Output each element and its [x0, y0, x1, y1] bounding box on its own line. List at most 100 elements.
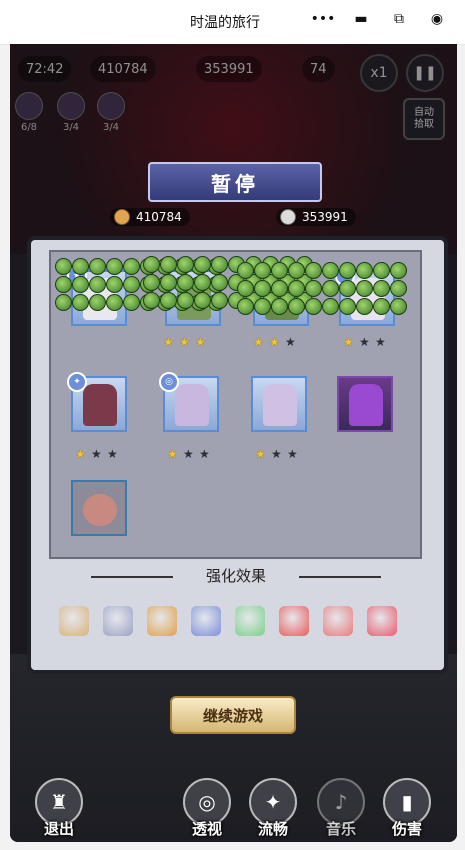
- leaf-icon: [89, 276, 106, 293]
- damage-button[interactable]: ▮ 伤害: [380, 778, 434, 839]
- coin-icon: [114, 209, 130, 225]
- leaf-icon: [305, 262, 322, 279]
- star-icon: ★: [75, 447, 86, 461]
- leaf-icon: [211, 256, 228, 273]
- leaf-icon: [72, 276, 89, 293]
- leaf-icon: [390, 262, 407, 279]
- effects-title: 强化效果: [205, 567, 266, 585]
- star-icon: ★: [271, 447, 282, 461]
- leaf-icon: [271, 262, 288, 279]
- music-button[interactable]: ♪ 音乐: [314, 778, 368, 839]
- exit-label: 退出: [43, 820, 74, 838]
- leaf-icon: [55, 258, 72, 275]
- hero-grid: ★ ✦ ★★★ ★★★ ★★★ ✦ ◎ ★★★ ★★★ ★★★: [49, 250, 422, 559]
- green-gear-icon[interactable]: [235, 606, 265, 636]
- hero-card-5[interactable]: ✦: [67, 372, 127, 432]
- leaf-icon: [123, 258, 140, 275]
- star-icon: ★: [179, 335, 190, 349]
- pause-kill-value: 353991: [302, 210, 348, 224]
- star-icon: ★: [167, 447, 178, 461]
- crossed-swords-icon[interactable]: [103, 606, 133, 636]
- leaf-icon: [254, 298, 271, 315]
- leaf-icon: [72, 294, 89, 311]
- leaf-icon: [194, 292, 211, 309]
- hero-card-6[interactable]: ◎: [159, 372, 219, 432]
- leaf-icon: [237, 262, 254, 279]
- bee-icon[interactable]: [59, 606, 89, 636]
- leaf-icon: [339, 280, 356, 297]
- star-icon: ★: [375, 335, 386, 349]
- leaf-icon: [339, 262, 356, 279]
- bottom-bar: ♜ 退出 ◎ 透视 ✦ 流畅 ♪ 音乐 ▮ 伤害: [10, 772, 457, 842]
- leaf-icon: [55, 276, 72, 293]
- hero-stars-3: ★ ★ ★: [253, 336, 297, 348]
- hero-stars-6: ★ ★ ★: [167, 448, 211, 460]
- pause-kill-stat: 353991: [276, 208, 356, 226]
- leaf-icon: [288, 280, 305, 297]
- leaf-icon: [254, 280, 271, 297]
- leaf-icon: [106, 276, 123, 293]
- continue-game-button[interactable]: 继续游戏: [170, 696, 296, 734]
- more-dots-icon[interactable]: •••: [311, 9, 336, 29]
- leaf-icon: [373, 298, 390, 315]
- smooth-button[interactable]: ✦ 流畅: [246, 778, 300, 839]
- perspective-label: 透视: [191, 820, 222, 838]
- leaf-icon: [55, 294, 72, 311]
- leaf-icon: [237, 298, 254, 315]
- pet-card[interactable]: [71, 480, 127, 536]
- leaf-icon: [143, 274, 160, 291]
- leaf-icon: [356, 262, 373, 279]
- leaf-icon: [211, 292, 228, 309]
- leaf-icon: [305, 280, 322, 297]
- close-record-icon[interactable]: ◉: [427, 9, 447, 29]
- star-icon: ★: [343, 335, 354, 349]
- leaf-icon: [123, 276, 140, 293]
- star-icon: ★: [359, 335, 370, 349]
- leaf-icon: [160, 256, 177, 273]
- smooth-label: 流畅: [257, 820, 288, 838]
- leaf-icon: [89, 294, 106, 311]
- gold-disc-icon[interactable]: [147, 606, 177, 636]
- star-icon: ★: [195, 335, 206, 349]
- hero-card-8[interactable]: [337, 376, 393, 432]
- leaf-icon: [339, 298, 356, 315]
- game-canvas[interactable]: 72:42 410784 353991 74 x1 ❚❚ 6/8 3/4 3/4…: [10, 44, 457, 842]
- leaf-icon: [271, 280, 288, 297]
- hero-card-7[interactable]: [251, 376, 307, 432]
- continue-label: 继续游戏: [202, 706, 263, 725]
- red-shield-icon[interactable]: [279, 606, 309, 636]
- leaf-icon: [143, 256, 160, 273]
- perspective-button[interactable]: ◎ 透视: [180, 778, 234, 839]
- skull-icon: [280, 209, 296, 225]
- star-icon: ★: [91, 447, 102, 461]
- music-label: 音乐: [325, 820, 356, 838]
- leaf-icon: [123, 294, 140, 311]
- star-icon: ★: [269, 335, 280, 349]
- hero-stars-7: ★ ★ ★: [255, 448, 299, 460]
- pet-portrait: [83, 494, 117, 526]
- star-icon: ★: [255, 447, 266, 461]
- red-blade-icon[interactable]: [323, 606, 353, 636]
- pause-coin-stat: 410784: [110, 208, 190, 226]
- leaf-icon: [177, 274, 194, 291]
- hero-portrait: [263, 384, 297, 426]
- capsule-menu: ••• ▬ ⧉ ◉: [311, 9, 447, 29]
- leaf-icon: [271, 298, 288, 315]
- restore-icon[interactable]: ⧉: [389, 9, 409, 29]
- sword-icon[interactable]: [191, 606, 221, 636]
- minimize-icon[interactable]: ▬: [351, 9, 371, 29]
- leaf-icon: [237, 280, 254, 297]
- leaf-effect-cluster: [237, 262, 407, 315]
- leaf-icon: [322, 298, 339, 315]
- effects-row: [59, 606, 409, 640]
- effects-divider: 强化效果: [91, 565, 381, 586]
- pause-coin-value: 410784: [136, 210, 182, 224]
- leaf-icon: [390, 298, 407, 315]
- red-emblem-icon[interactable]: [367, 606, 397, 636]
- hero-stars-5: ★ ★ ★: [75, 448, 119, 460]
- star-icon: ★: [285, 335, 296, 349]
- leaf-icon: [288, 298, 305, 315]
- leaf-icon: [390, 280, 407, 297]
- leaf-icon: [373, 262, 390, 279]
- exit-button[interactable]: ♜ 退出: [32, 778, 86, 839]
